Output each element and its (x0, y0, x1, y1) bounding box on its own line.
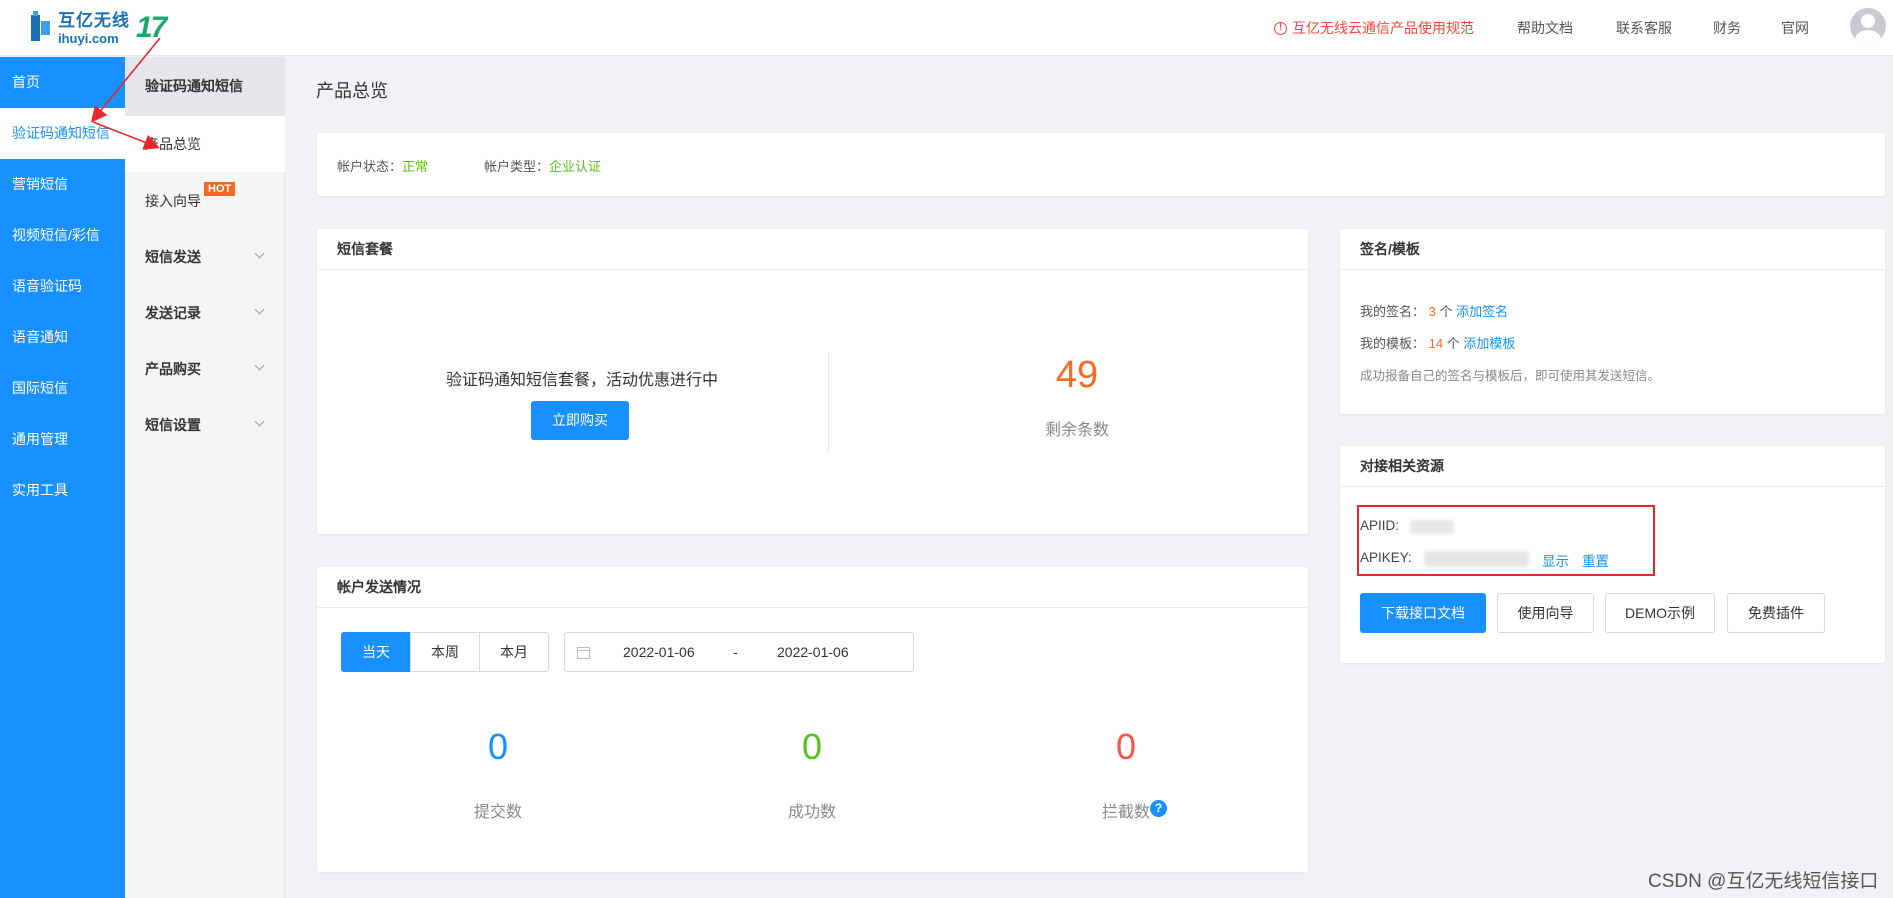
account-type: 帐户类型：企业认证 (484, 156, 601, 175)
top-navbar: 互亿无线 ihuyi.com 17 ! 互亿无线云通信产品使用规范 帮助文档 联… (0, 0, 1893, 56)
signature-note: 成功报备自己的签名与模板后，即可使用其发送短信。 (1360, 369, 1661, 383)
range-today-tab[interactable]: 当天 (341, 632, 411, 672)
sidebar-item-home[interactable]: 首页 (0, 57, 125, 108)
template-label: 我的模板： (1360, 336, 1426, 351)
range-week-tab[interactable]: 本周 (410, 632, 480, 672)
secondary-sidebar: 验证码通知短信 产品总览 接入向导 HOT 短信发送 发送记录 产品购买 短信设… (125, 57, 285, 898)
page-header: 产品总览 (286, 57, 1893, 117)
success-label: 成功数 (787, 804, 836, 821)
logo[interactable]: 互亿无线 ihuyi.com 17 (28, 8, 167, 48)
customer-service-link[interactable]: 联系客服 (1616, 18, 1672, 38)
account-status-card: 帐户状态：正常 帐户类型：企业认证 (317, 133, 1885, 196)
sms-package-card: 短信套餐 验证码通知短信套餐，活动优惠进行中 立即购买 49 剩余条数 (317, 229, 1308, 534)
subnav-item-send-records[interactable]: 发送记录 (125, 285, 285, 341)
chevron-down-icon (254, 248, 265, 259)
subnav-item-sms-settings[interactable]: 短信设置 (125, 397, 285, 453)
download-api-doc-button[interactable]: 下载接口文档 (1360, 593, 1486, 633)
sidebar-item-tools[interactable]: 实用工具 (0, 465, 125, 516)
calendar-icon (577, 647, 590, 659)
sidebar-item-general-management[interactable]: 通用管理 (0, 414, 125, 465)
template-count: 14 (1428, 336, 1444, 351)
usage-policy-text: 互亿无线云通信产品使用规范 (1292, 20, 1474, 36)
subnav-item-purchase[interactable]: 产品购买 (125, 341, 285, 397)
date-from: 2022-01-06 (623, 644, 695, 660)
demo-examples-button[interactable]: DEMO示例 (1605, 593, 1715, 633)
chevron-down-icon (254, 416, 265, 427)
subnav-item-label: 接入向导 (145, 193, 201, 209)
sidebar-item-voice-notice[interactable]: 语音通知 (0, 312, 125, 363)
add-signature-link[interactable]: 添加签名 (1456, 304, 1508, 319)
hot-badge: HOT (204, 182, 236, 196)
official-site-link[interactable]: 官网 (1781, 18, 1809, 38)
sms-package-title: 短信套餐 (317, 229, 1308, 270)
date-range-picker[interactable]: 2022-01-06 - 2022-01-06 (564, 632, 914, 672)
primary-sidebar: 首页 验证码通知短信 营销短信 视频短信/彩信 语音验证码 语音通知 国际短信 … (0, 57, 125, 898)
sidebar-item-marketing-sms[interactable]: 营销短信 (0, 159, 125, 210)
account-type-label: 帐户类型： (484, 159, 550, 174)
integration-resources-title: 对接相关资源 (1340, 446, 1885, 487)
help-icon[interactable]: ? (1150, 800, 1167, 817)
chevron-down-icon (254, 360, 265, 371)
signature-label: 我的签名： (1360, 304, 1426, 319)
logo-en: ihuyi.com (58, 30, 119, 46)
signature-template-title: 签名/模板 (1340, 229, 1885, 270)
account-type-value: 企业认证 (549, 159, 602, 174)
subnav-item-overview[interactable]: 产品总览 (125, 116, 285, 172)
warning-icon: ! (1274, 21, 1287, 35)
subnav-item-label: 产品购买 (145, 361, 201, 377)
subnav-item-label: 短信发送 (145, 249, 201, 265)
subnav-title: 验证码通知短信 (125, 57, 285, 116)
submitted-label: 提交数 (473, 804, 522, 821)
remaining-count: 49 (1055, 354, 1099, 396)
account-status: 帐户状态：正常 (337, 156, 428, 175)
sidebar-item-international-sms[interactable]: 国际短信 (0, 363, 125, 414)
signature-row: 我的签名： 3 个 添加签名 (1360, 301, 1508, 320)
sending-stats-card: 帐户发送情况 (317, 567, 1308, 872)
finance-link[interactable]: 财务 (1713, 18, 1741, 38)
usage-policy-link[interactable]: ! 互亿无线云通信产品使用规范 (1274, 18, 1474, 38)
subnav-item-sms-send[interactable]: 短信发送 (125, 229, 285, 285)
add-template-link[interactable]: 添加模板 (1463, 336, 1515, 351)
logo-text: 互亿无线 ihuyi.com (58, 12, 130, 45)
subnav-item-label: 发送记录 (145, 305, 201, 321)
date-to: 2022-01-06 (777, 644, 849, 660)
free-plugins-button[interactable]: 免费插件 (1727, 593, 1825, 633)
sidebar-item-video-sms[interactable]: 视频短信/彩信 (0, 210, 125, 261)
template-unit: 个 (1446, 336, 1460, 351)
signature-template-card: 签名/模板 我的签名： 3 个 添加签名 我的模板： 14 个 添加模板 成功报… (1340, 229, 1885, 414)
subnav-item-integration-guide[interactable]: 接入向导 HOT (125, 173, 285, 229)
chevron-down-icon (254, 304, 265, 315)
package-promo-text: 验证码通知短信套餐，活动优惠进行中 (445, 372, 718, 389)
account-status-label: 帐户状态： (337, 159, 403, 174)
annotation-highlight-box (1357, 505, 1655, 576)
subnav-item-label: 短信设置 (145, 417, 201, 433)
logo-mark-icon (28, 11, 54, 45)
user-avatar-icon[interactable] (1850, 8, 1886, 44)
page-scrollbar[interactable] (1886, 57, 1893, 898)
account-status-value: 正常 (402, 159, 429, 174)
sidebar-item-voice-code[interactable]: 语音验证码 (0, 261, 125, 312)
blocked-label: 拦截数 (1101, 804, 1150, 821)
divider (828, 352, 829, 452)
sidebar-item-verification-sms[interactable]: 验证码通知短信 (0, 108, 125, 159)
watermark: CSDN @互亿无线短信接口 (1648, 871, 1879, 892)
date-separator: - (733, 644, 738, 660)
signature-unit: 个 (1439, 304, 1453, 319)
template-row: 我的模板： 14 个 添加模板 (1360, 333, 1515, 352)
submitted-count: 0 (487, 726, 509, 767)
page-title: 产品总览 (316, 81, 388, 101)
range-month-tab[interactable]: 本月 (479, 632, 549, 672)
logo-badge: 17 (136, 11, 167, 44)
buy-now-button[interactable]: 立即购买 (531, 401, 629, 440)
blocked-count: 0 (1115, 726, 1137, 767)
help-docs-link[interactable]: 帮助文档 (1517, 18, 1573, 38)
success-count: 0 (801, 726, 823, 767)
signature-count: 3 (1428, 304, 1436, 319)
remaining-label: 剩余条数 (1044, 422, 1109, 439)
usage-guide-button[interactable]: 使用向导 (1497, 593, 1594, 633)
logo-cn: 互亿无线 (58, 10, 130, 30)
sending-stats-title: 帐户发送情况 (317, 567, 1308, 608)
